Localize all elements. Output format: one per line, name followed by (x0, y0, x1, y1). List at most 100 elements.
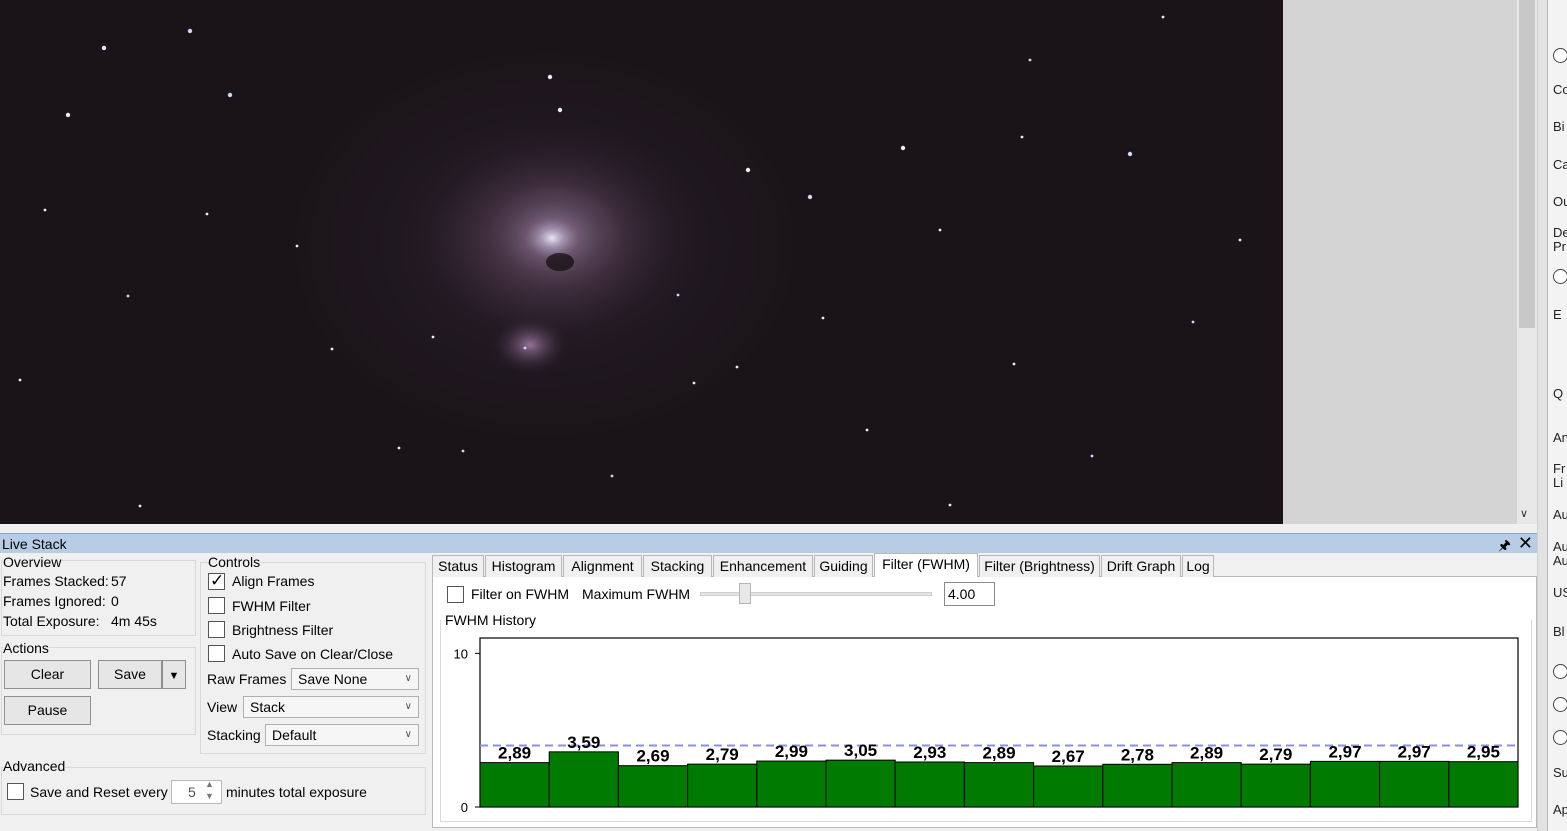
raw-frames-label: Raw Frames (207, 671, 287, 687)
right-label: Su (1553, 765, 1567, 780)
bar-value-label: 2,97 (1328, 742, 1361, 761)
star (821, 316, 825, 320)
star (397, 446, 401, 450)
bar (1171, 762, 1242, 808)
align-frames-label: Align Frames (232, 573, 315, 589)
bar (894, 761, 965, 808)
tab-drift-graph[interactable]: Drift Graph (1101, 555, 1181, 577)
pause-button[interactable]: Pause (4, 696, 91, 725)
chevron-down-icon: ∨ (404, 673, 412, 684)
fwhm-slider-thumb[interactable] (739, 583, 751, 604)
fwhm-slider-track[interactable] (700, 592, 932, 596)
right-label: Au (1553, 553, 1567, 568)
stacking-select[interactable]: Default ∨ (265, 724, 419, 746)
right-label: Bi (1553, 119, 1565, 134)
maximum-fwhm-label: Maximum FWHM (582, 586, 691, 602)
collapse-icon[interactable] (1553, 269, 1567, 284)
scrollbar-thumb[interactable] (1519, 0, 1535, 328)
right-label: De (1553, 225, 1567, 240)
bar (1309, 760, 1381, 808)
frames-stacked-label: Frames Stacked: (3, 573, 109, 589)
save-button[interactable]: Save (98, 660, 162, 689)
star (1012, 362, 1016, 366)
collapse-icon[interactable] (1553, 48, 1567, 63)
stepper-up-icon[interactable]: ▲ (205, 779, 214, 789)
tab-stacking[interactable]: Stacking (643, 555, 712, 577)
raw-frames-select[interactable]: Save None ∨ (291, 668, 419, 690)
clear-button[interactable]: Clear (4, 660, 91, 689)
auto-save-checkbox[interactable] (208, 645, 225, 662)
bar-value-label: 2,69 (636, 747, 669, 766)
view-value: Stack (250, 699, 286, 715)
fwhm-history-chart: 10 0 2,89 3,59 2,69 2,79 2,99 3,05 2,93 2,89 2,67 2… (454, 637, 1519, 815)
star (523, 346, 527, 350)
chevron-down-icon: ∨ (404, 701, 412, 712)
star (227, 92, 233, 98)
bar-value-label: 2,78 (1121, 745, 1154, 764)
tab-status[interactable]: Status (432, 555, 484, 577)
star (295, 244, 299, 248)
minutes-suffix: minutes total exposure (226, 784, 367, 800)
bar (548, 751, 619, 808)
filter-on-fwhm-checkbox[interactable] (447, 586, 464, 603)
star (1028, 58, 1032, 62)
star (18, 378, 22, 382)
y-tick-label: 10 (454, 646, 468, 661)
right-label: Ca (1553, 157, 1567, 172)
panel-splitter[interactable] (1537, 0, 1547, 831)
right-label: US (1553, 585, 1567, 600)
total-exposure-value: 4m 45s (111, 613, 157, 629)
star (330, 347, 334, 351)
minutes-stepper[interactable]: 5 ▲ ▼ (171, 779, 222, 804)
brightness-filter-checkbox[interactable] (208, 621, 225, 638)
star (557, 107, 563, 113)
view-select[interactable]: Stack ∨ (243, 696, 419, 718)
tab-log[interactable]: Log (1182, 555, 1214, 577)
stepper-down-icon[interactable]: ▼ (205, 791, 214, 801)
bar-value-label: 2,67 (1052, 747, 1085, 766)
right-label: Li (1553, 475, 1564, 490)
save-dropdown-button[interactable]: ▼ (162, 660, 186, 689)
overview-label: Overview (3, 554, 62, 570)
right-properties-panel: Co Bi Ca Ou De Pr E Q An Fr Li Au Au Au … (1547, 0, 1567, 831)
star (1020, 135, 1024, 139)
star (865, 428, 869, 432)
star (1191, 320, 1195, 324)
y-tick-label: 0 (461, 800, 468, 815)
align-frames-checkbox[interactable] (208, 571, 225, 591)
tab-filter-brightness[interactable]: Filter (Brightness) (979, 555, 1100, 577)
advanced-label: Advanced (3, 758, 66, 774)
expand-icon[interactable] (1553, 664, 1567, 679)
fwhm-filter-checkbox[interactable] (208, 597, 225, 614)
bar (617, 765, 689, 808)
star (431, 335, 435, 339)
bar-value-label: 2,79 (1259, 745, 1292, 764)
vertical-scrollbar[interactable]: ∨ (1517, 0, 1537, 524)
bar (1240, 763, 1311, 808)
total-exposure-label: Total Exposure: (3, 613, 100, 629)
save-reset-checkbox[interactable] (7, 783, 24, 800)
scroll-down-icon[interactable]: ∨ (1520, 507, 1528, 520)
collapse-icon[interactable] (1553, 730, 1567, 745)
expand-icon[interactable] (1553, 697, 1567, 712)
pin-icon[interactable]: 🖈 (1498, 535, 1511, 559)
right-label: Ap (1553, 802, 1567, 817)
bar (1379, 760, 1450, 808)
tab-filter-fwhm[interactable]: Filter (FWHM) (874, 553, 978, 577)
tab-guiding[interactable]: Guiding (814, 555, 873, 577)
close-icon[interactable]: ✕ (1518, 533, 1533, 554)
stacking-value: Default (272, 727, 317, 743)
star (43, 208, 47, 212)
star (1238, 238, 1242, 242)
maximum-fwhm-input[interactable]: 4.00 (944, 582, 995, 606)
right-label: Co (1553, 82, 1567, 97)
tab-alignment[interactable]: Alignment (563, 555, 642, 577)
bar-value-label: 2,79 (706, 745, 739, 764)
bar (687, 763, 758, 808)
star (1090, 454, 1094, 458)
view-label: View (207, 699, 238, 715)
tab-enhancement[interactable]: Enhancement (713, 555, 813, 577)
image-viewer[interactable] (0, 0, 1283, 524)
star (735, 365, 739, 369)
tab-histogram[interactable]: Histogram (485, 555, 562, 577)
